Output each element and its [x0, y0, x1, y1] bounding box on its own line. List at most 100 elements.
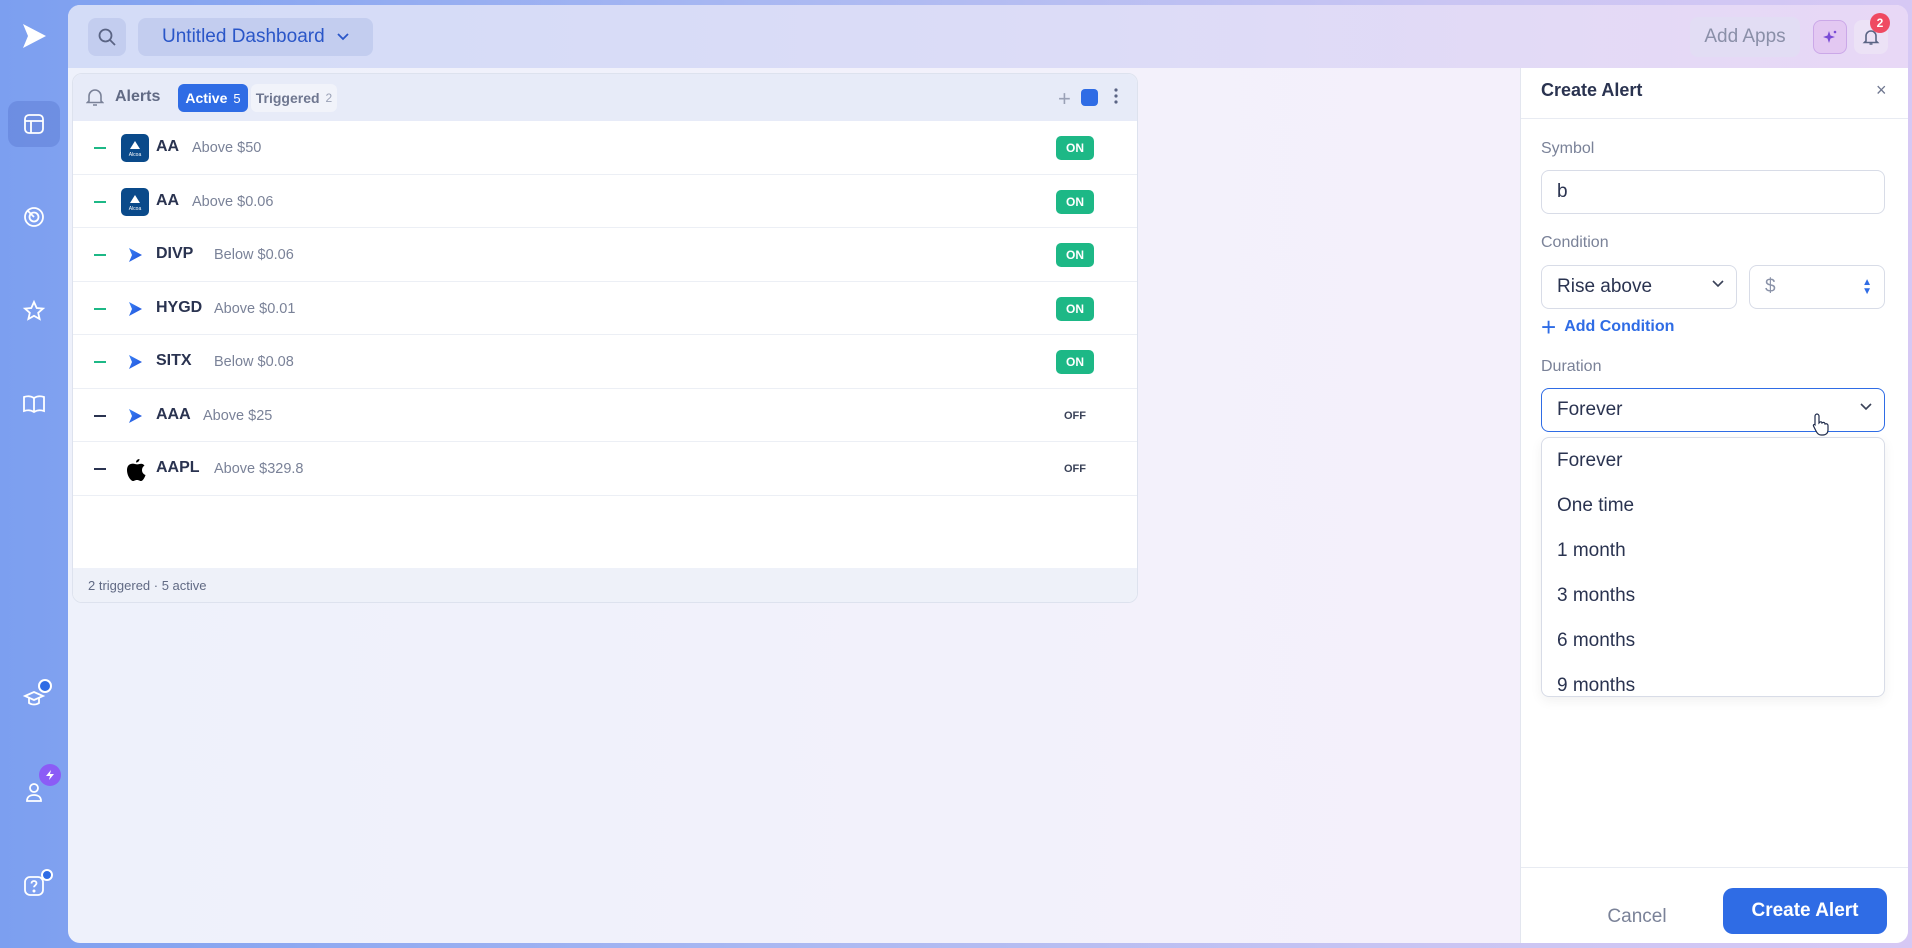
play-logo-icon: [121, 402, 149, 430]
play-logo-icon: [121, 295, 149, 323]
tab-active-label: Active: [185, 90, 228, 106]
alert-symbol: SITX: [156, 352, 192, 369]
add-alert-icon[interactable]: +: [1058, 86, 1071, 112]
status-indicator: [94, 147, 106, 149]
alerts-header: Alerts Active 5 Triggered 2 +: [73, 74, 1137, 121]
radar-icon: [24, 207, 44, 227]
condition-value: Rise above: [1557, 276, 1653, 297]
top-bar: Untitled Dashboard Add Apps 2: [68, 5, 1908, 68]
search-button[interactable]: [88, 18, 126, 56]
tab-active[interactable]: Active 5: [178, 84, 248, 112]
more-vertical-icon[interactable]: [1113, 86, 1119, 106]
alert-symbol: AA: [156, 138, 180, 155]
panel-title: Create Alert: [1541, 80, 1643, 100]
add-apps-button[interactable]: Add Apps: [1690, 17, 1800, 57]
alert-condition: Above $329.8: [214, 461, 304, 477]
duration-option[interactable]: 3 months: [1542, 573, 1884, 618]
add-condition-button[interactable]: + Add Condition: [1541, 312, 1674, 342]
dashboard-nav-button[interactable]: [8, 101, 60, 147]
lightning-icon: [46, 770, 54, 780]
duration-option[interactable]: 9 months: [1542, 663, 1884, 696]
duration-select[interactable]: Forever: [1541, 388, 1885, 432]
alert-row[interactable]: AAPL Above $329.8 OFF: [73, 442, 1137, 496]
status-indicator: [94, 307, 106, 310]
condition-label: Condition: [1541, 234, 1609, 251]
duration-option[interactable]: Forever: [1542, 438, 1884, 483]
tab-active-count: 5: [233, 90, 241, 106]
duration-label: Duration: [1541, 358, 1602, 375]
alert-condition: Above $0.01: [214, 300, 296, 317]
alert-toggle[interactable]: ON: [1056, 350, 1094, 374]
help-nav-button[interactable]: [8, 863, 60, 909]
help-badge: [41, 869, 53, 881]
dashboard-selector[interactable]: Untitled Dashboard: [138, 18, 373, 56]
symbol-label: Symbol: [1541, 140, 1595, 157]
left-rail: [0, 0, 68, 948]
alert-symbol: AA: [156, 191, 180, 209]
notification-count-badge: 2: [1870, 13, 1890, 33]
alert-condition: Above $25: [203, 407, 273, 424]
alerts-widget: Alerts Active 5 Triggered 2 + Alcoa AA Abo…: [72, 73, 1138, 603]
create-alert-button[interactable]: Create Alert: [1723, 888, 1887, 934]
chevron-down-icon: [1860, 403, 1872, 411]
create-alert-panel: Create Alert × Symbol b Condition Rise a…: [1520, 68, 1908, 943]
chevron-down-icon: [1712, 280, 1724, 288]
ai-assistant-button[interactable]: [1813, 20, 1847, 54]
alert-row[interactable]: Alcoa AA Above $0.06 ON: [73, 175, 1137, 228]
education-nav-button[interactable]: [8, 676, 60, 722]
color-tag-icon[interactable]: [1081, 89, 1098, 106]
logo-icon[interactable]: [19, 21, 49, 51]
price-value: $: [1765, 276, 1776, 297]
price-input[interactable]: $ ▲ ▼: [1749, 265, 1885, 309]
alert-toggle[interactable]: ON: [1056, 296, 1094, 321]
status-indicator: [94, 254, 106, 256]
close-icon[interactable]: ×: [1876, 80, 1887, 101]
alert-toggle[interactable]: OFF: [1056, 404, 1094, 428]
divider: [1521, 867, 1908, 868]
divider: [1521, 118, 1908, 119]
alert-row[interactable]: Alcoa AA Above $50 ON: [73, 121, 1137, 175]
watchlist-nav-button[interactable]: [8, 288, 60, 334]
cancel-button[interactable]: Cancel: [1587, 895, 1687, 939]
alert-symbol: HYGD: [156, 298, 203, 316]
alert-condition: Below $0.06: [214, 247, 294, 263]
status-indicator: [94, 200, 106, 203]
alert-condition: Above $0.06: [192, 193, 274, 210]
alerts-title: Alerts: [115, 88, 161, 105]
alert-row[interactable]: HYGD Above $0.01 ON: [73, 282, 1137, 335]
bell-icon: [86, 89, 104, 106]
radar-nav-button[interactable]: [8, 194, 60, 240]
alert-symbol: AAA: [156, 405, 191, 423]
status-indicator: [94, 414, 106, 417]
alcoa-logo-icon: Alcoa: [121, 187, 149, 216]
alert-toggle[interactable]: OFF: [1056, 457, 1094, 481]
alert-toggle[interactable]: ON: [1056, 243, 1094, 267]
play-logo-icon: [121, 348, 149, 376]
alert-toggle[interactable]: ON: [1056, 136, 1094, 160]
duration-option[interactable]: 1 month: [1542, 528, 1884, 573]
star-icon: [22, 299, 46, 321]
condition-select[interactable]: Rise above: [1541, 265, 1737, 309]
tab-triggered[interactable]: Triggered 2: [251, 84, 337, 112]
alert-row[interactable]: DIVP Below $0.06 ON: [73, 228, 1137, 282]
duration-option[interactable]: 6 months: [1542, 618, 1884, 663]
alert-row[interactable]: SITX Below $0.08 ON: [73, 335, 1137, 389]
alert-condition: Above $50: [192, 140, 262, 156]
alert-toggle[interactable]: ON: [1056, 189, 1094, 214]
symbol-input[interactable]: b: [1541, 170, 1885, 214]
duration-option[interactable]: One time: [1542, 483, 1884, 528]
duration-dropdown: Forever One time 1 month 3 months 6 months 9 …: [1541, 437, 1885, 697]
alerts-list: Alcoa AA Above $50 ON Alcoa AA Above $0.06 ON DI…: [73, 121, 1137, 496]
play-logo-icon: [121, 241, 149, 269]
status-indicator: [94, 468, 106, 470]
plus-icon: +: [1541, 312, 1557, 342]
tab-triggered-label: Triggered: [255, 90, 320, 106]
alcoa-logo-icon: Alcoa: [121, 134, 149, 162]
alert-condition: Below $0.08: [214, 354, 294, 370]
book-icon: [23, 395, 45, 414]
duration-value: Forever: [1557, 399, 1623, 420]
learn-nav-button[interactable]: [8, 381, 60, 427]
education-badge: [38, 679, 52, 693]
alert-row[interactable]: AAA Above $25 OFF: [73, 389, 1137, 442]
dashboard-icon: [24, 114, 44, 134]
